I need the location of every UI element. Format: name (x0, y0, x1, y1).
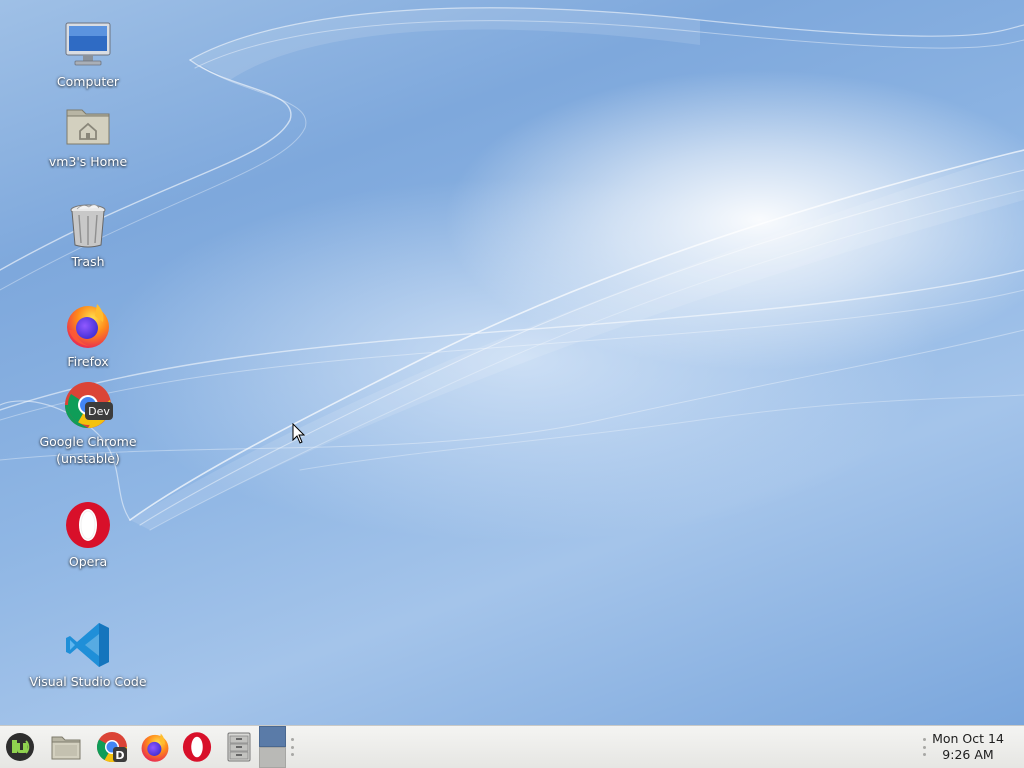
trash-icon (63, 200, 113, 250)
desktop-icon-chrome-dev[interactable]: Dev Google Chrome (unstable) (23, 380, 153, 467)
files-launcher[interactable] (48, 729, 84, 765)
firefox-icon (141, 733, 169, 762)
computer-icon (63, 20, 113, 70)
clock-time: 9:26 AM (942, 747, 994, 762)
cabinet-launcher[interactable] (221, 729, 257, 765)
chrome-dev-icon: Dev (63, 380, 113, 430)
desktop-icon-label: Firefox (67, 354, 109, 369)
firefox-launcher[interactable] (137, 729, 173, 765)
firefox-icon (63, 300, 113, 350)
desktop-icon-label: Computer (56, 74, 120, 89)
desktop-icon-opera[interactable]: Opera (23, 500, 153, 570)
desktop-icon-firefox[interactable]: Firefox (23, 300, 153, 370)
clock[interactable]: Mon Oct 14 9:26 AM (928, 731, 1008, 763)
dev-badge: Dev (88, 405, 110, 418)
file-manager-icon (51, 736, 81, 760)
opera-icon (63, 500, 113, 550)
desktop-icon-label: vm3's Home (48, 154, 128, 169)
workspace-switcher[interactable] (259, 726, 286, 768)
desktop-icon-label: Google Chrome (unstable) (39, 434, 137, 466)
mint-menu-icon (6, 733, 34, 761)
chrome-dev-launcher[interactable]: D (94, 729, 130, 765)
workspace-2[interactable] (259, 747, 286, 768)
workspace-1[interactable] (259, 726, 286, 747)
opera-icon (182, 732, 212, 762)
filing-cabinet-icon (227, 732, 251, 762)
desktop-icon-home[interactable]: vm3's Home (23, 100, 153, 170)
dev-badge: D (115, 749, 124, 762)
panel-drag-handle[interactable] (290, 738, 294, 756)
menu-button[interactable] (2, 729, 38, 765)
desktop-icon-label: Opera (68, 554, 108, 569)
panel-drag-handle[interactable] (922, 738, 926, 756)
desktop-icon-label: Trash (71, 254, 105, 269)
clock-date: Mon Oct 14 (932, 731, 1004, 746)
desktop-icon-trash[interactable]: Trash (23, 200, 153, 270)
wallpaper-waves (0, 7, 1024, 531)
home-folder-icon (63, 100, 113, 150)
mouse-cursor-icon (292, 423, 306, 444)
opera-launcher[interactable] (179, 729, 215, 765)
taskbar: D Mon Oct 14 9:26 AM (0, 725, 1024, 768)
chrome-dev-icon: D (96, 732, 127, 763)
vscode-icon (63, 620, 113, 670)
desktop-icon-label: Visual Studio Code (29, 674, 147, 689)
desktop[interactable]: Computer vm3's Home Trash Firefox Dev Go… (0, 0, 1024, 725)
desktop-icon-vscode[interactable]: Visual Studio Code (23, 620, 153, 690)
desktop-icon-computer[interactable]: Computer (23, 20, 153, 90)
